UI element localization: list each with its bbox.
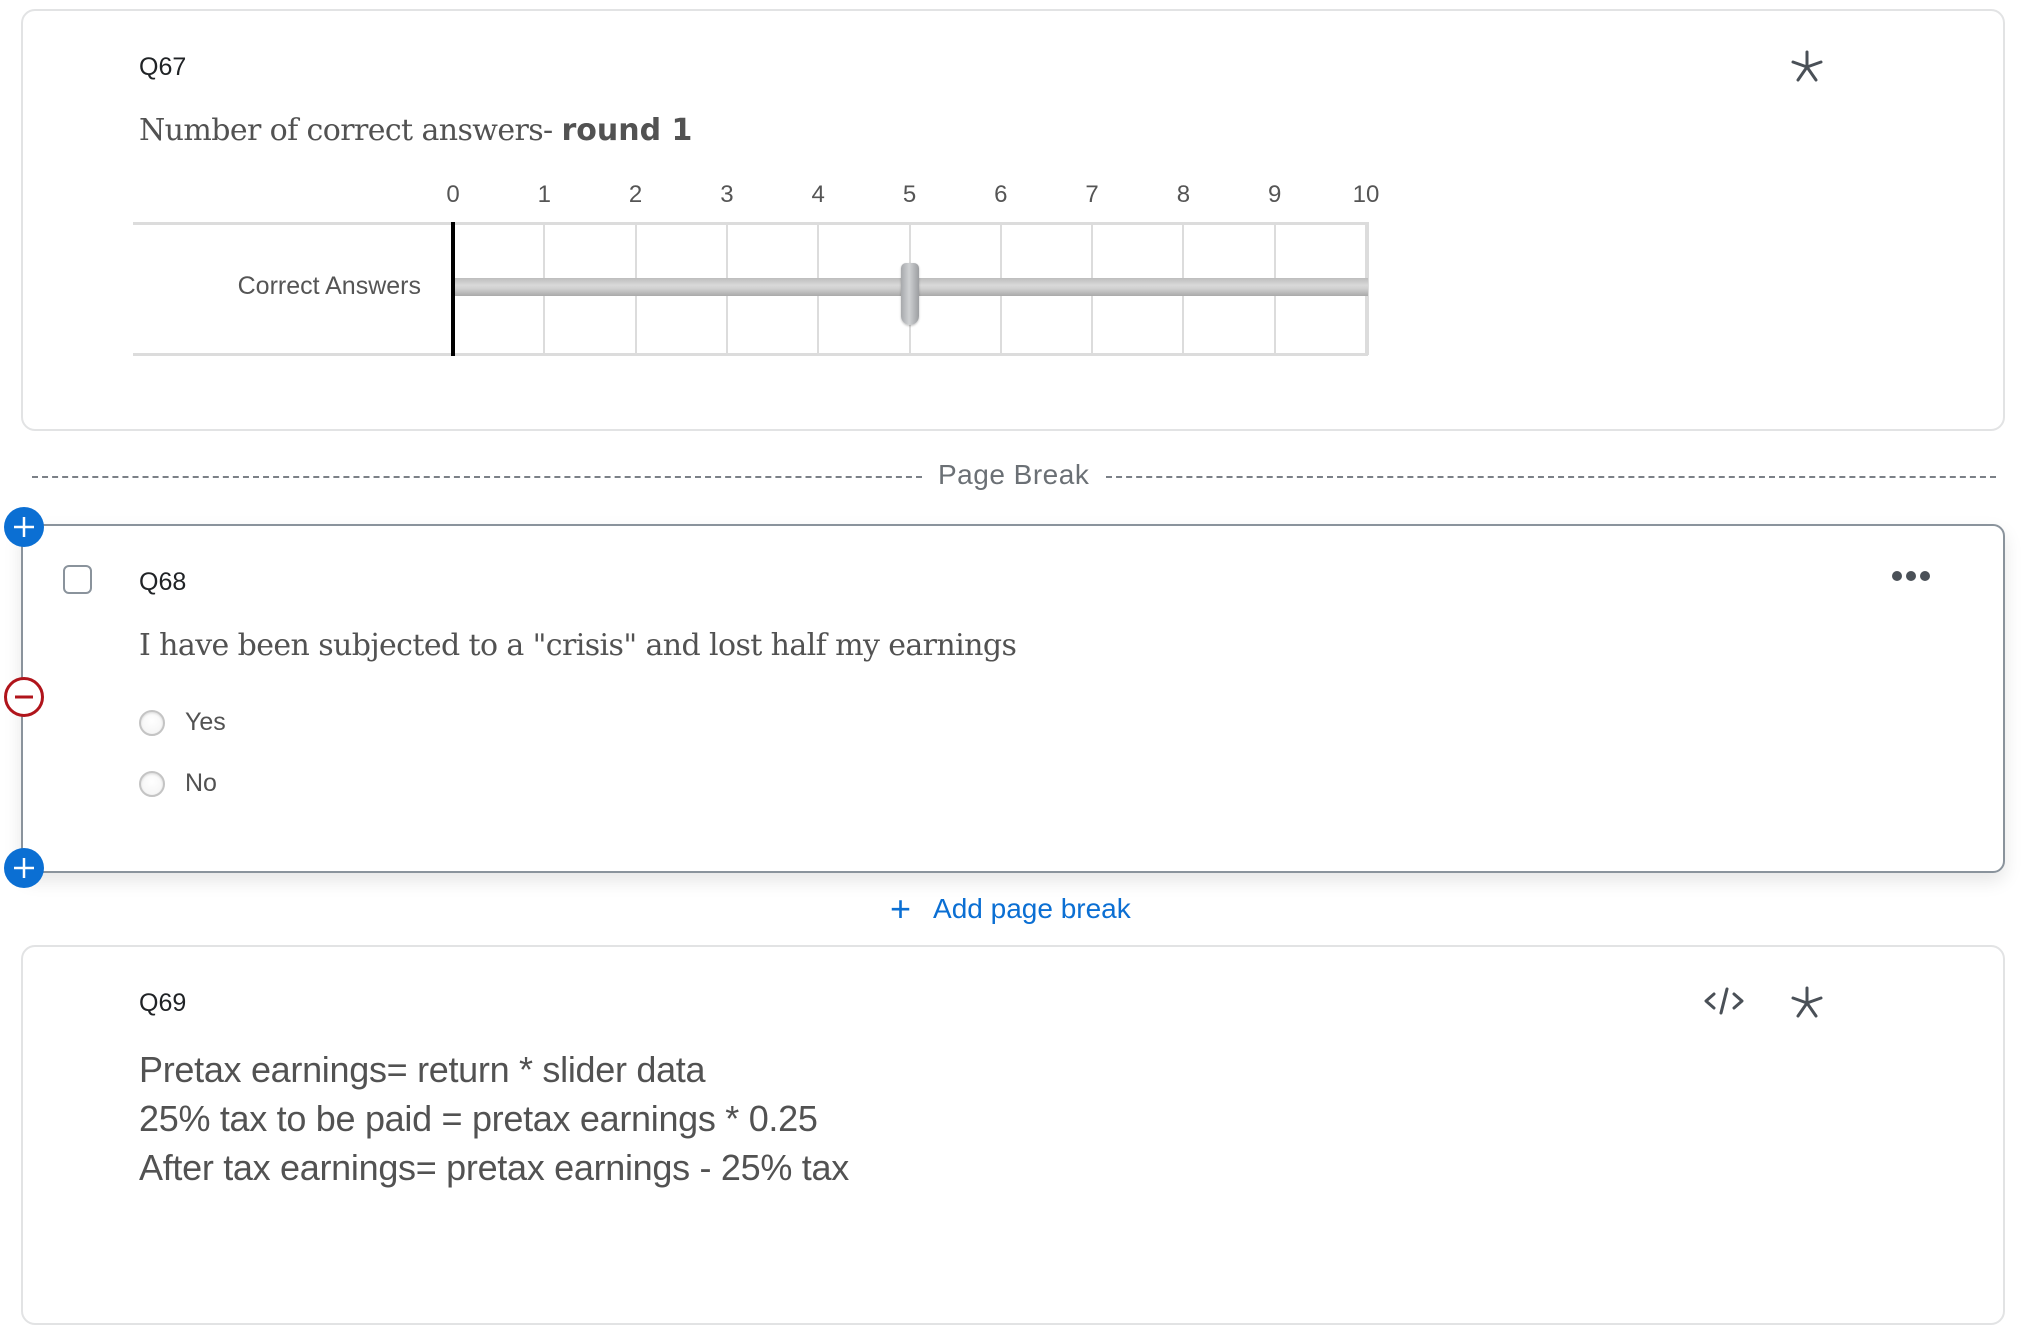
question-text-bold: round 1: [561, 113, 693, 148]
add-page-break-button[interactable]: + Add page break: [890, 891, 1131, 927]
required-asterisk-icon[interactable]: [1787, 983, 1827, 1023]
question-card-q69[interactable]: Q69 Pretax earnings= return * slider dat…: [21, 945, 2005, 1325]
radio-button[interactable]: [139, 709, 165, 736]
choice-label: Yes: [185, 708, 226, 736]
slider-tick-label: 8: [1176, 181, 1191, 208]
radio-button[interactable]: [139, 770, 165, 797]
question-id: Q68: [139, 568, 187, 596]
choice-no[interactable]: No: [139, 769, 217, 798]
question-text: I have been subjected to a "crisis" and …: [139, 628, 1017, 663]
minus-icon: [15, 695, 33, 699]
question-card-q67[interactable]: Q67 Number of correct answers- round 1 0…: [21, 9, 2005, 431]
required-asterisk-icon[interactable]: [1787, 47, 1827, 87]
javascript-code-icon[interactable]: [1699, 981, 1749, 1021]
question-select-checkbox[interactable]: [63, 565, 92, 594]
slider-tick-label: 1: [537, 181, 551, 208]
description-line: After tax earnings= pretax earnings - 25…: [139, 1147, 849, 1188]
page-break-line-right: [1106, 476, 1996, 478]
more-options-ellipsis-icon[interactable]: [1887, 562, 1935, 590]
plus-icon: +: [890, 888, 912, 929]
page-break-label: Page Break: [938, 459, 1090, 490]
slider-row-label: Correct Answers: [237, 272, 421, 300]
question-id: Q69: [139, 989, 187, 1017]
page-break-line-left: [32, 476, 922, 478]
slider-tick-label: 5: [902, 181, 917, 208]
description-line: Pretax earnings= return * slider data: [139, 1049, 706, 1090]
slider-tick-label: 10: [1352, 181, 1380, 208]
question-text-regular: Number of correct answers-: [139, 113, 562, 148]
add-page-break-label: Add page break: [933, 893, 1131, 924]
question-card-q68[interactable]: Q68 I have been subjected to a "crisis" …: [21, 524, 2005, 873]
slider-tick-label: 4: [811, 181, 825, 208]
description-line: 25% tax to be paid = pretax earnings * 0…: [139, 1098, 818, 1139]
question-id: Q67: [139, 53, 187, 81]
question-text: Number of correct answers- round 1: [139, 113, 692, 148]
choice-label: No: [185, 769, 217, 797]
slider-tick-label: 3: [720, 181, 734, 208]
slider-tick-label: 7: [1085, 181, 1099, 208]
slider-zero-line: [451, 222, 455, 356]
plus-icon: [14, 858, 34, 878]
add-question-below-button[interactable]: [4, 848, 44, 888]
slider-handle[interactable]: [900, 263, 919, 325]
slider-tick-label: 9: [1268, 181, 1282, 208]
add-question-above-button[interactable]: [4, 507, 44, 547]
remove-question-button[interactable]: [4, 677, 44, 717]
slider-tick-label: 0: [446, 181, 460, 208]
descriptive-text: Pretax earnings= return * slider data 25…: [139, 1045, 849, 1192]
plus-icon: [14, 517, 34, 537]
slider-tick-label: 2: [628, 181, 643, 208]
choice-yes[interactable]: Yes: [139, 708, 226, 737]
slider-tick-label: 6: [994, 181, 1008, 208]
slider-question: 0 1 2 3 4 5 6 7 8 9 10 Correct Answers: [133, 181, 1393, 361]
